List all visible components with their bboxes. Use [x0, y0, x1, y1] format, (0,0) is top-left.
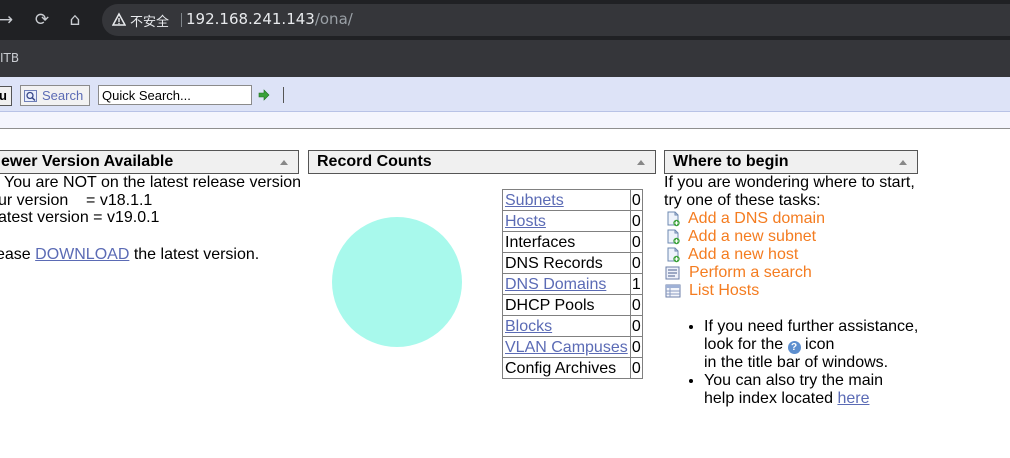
version-warning: You are NOT on the latest release versio…	[4, 174, 302, 191]
search-button[interactable]: Search	[20, 85, 90, 106]
record-name-cell: DNS Records	[502, 252, 631, 274]
record-name-cell: DNS Domains	[502, 273, 631, 295]
task-link[interactable]: List Hosts	[689, 282, 759, 300]
quick-search-input[interactable]	[98, 85, 252, 105]
browser-top-bar: → ⟳ ⌂ 不安全 192.168.241.143/ona/	[0, 0, 1010, 40]
record-count-cell: 0	[629, 357, 643, 379]
help-text: If you need further assistance,	[704, 318, 919, 335]
record-name-cell: Config Archives	[502, 357, 631, 379]
menu-button[interactable]: u	[0, 86, 12, 106]
help-item-index: You can also try the main help index loc…	[704, 372, 918, 408]
record-counts-panel-title[interactable]: Record Counts	[308, 150, 656, 174]
forward-icon[interactable]: →	[0, 8, 18, 32]
search-icon	[24, 90, 37, 102]
record-label: DNS Records	[505, 254, 603, 272]
download-line: ease DOWNLOAD the latest version.	[0, 246, 259, 264]
record-name-cell: VLAN Campuses	[502, 336, 631, 358]
record-label: Config Archives	[505, 359, 617, 377]
record-link[interactable]: Blocks	[505, 318, 552, 335]
help-text: You can also try the main	[704, 372, 884, 389]
record-row: DNS Domains 1	[502, 273, 643, 295]
record-counts-table: Subnets 0 Hosts 0 Interfaces 0 DNS Records 0 DNS…	[502, 189, 643, 379]
record-row: Hosts 0	[502, 210, 643, 232]
address-bar[interactable]: 不安全 192.168.241.143/ona/	[102, 4, 1010, 36]
help-text: help index located	[704, 390, 838, 407]
help-list: If you need further assistance, look for…	[686, 318, 918, 408]
record-row: VLAN Campuses 0	[502, 336, 643, 358]
record-count-cell: 1	[629, 273, 643, 295]
download-link[interactable]: DOWNLOAD	[35, 246, 129, 263]
where-intro-2: try one of these tasks:	[664, 192, 821, 209]
task-link[interactable]: Add a new host	[688, 246, 798, 264]
record-name-cell: Subnets	[502, 189, 631, 211]
collapse-arrow-icon[interactable]	[280, 160, 288, 165]
add-document-icon[interactable]	[665, 211, 681, 227]
url-host: 192.168.241.143	[186, 10, 315, 28]
reload-icon[interactable]: ⟳	[30, 8, 54, 32]
record-count-cell: 0	[629, 315, 643, 337]
record-row: Config Archives 0	[502, 357, 643, 379]
search-button-label: Search	[42, 88, 84, 103]
record-row: DHCP Pools 0	[502, 294, 643, 316]
record-link[interactable]: DNS Domains	[505, 276, 606, 293]
record-name-cell: Hosts	[502, 210, 631, 232]
newer-version-panel-title[interactable]: ewer Version Available	[0, 150, 299, 174]
record-pie-chart	[332, 217, 462, 347]
add-document-icon[interactable]	[665, 247, 681, 263]
record-row: Blocks 0	[502, 315, 643, 337]
home-icon[interactable]: ⌂	[63, 8, 87, 32]
newer-version-title: ewer Version Available	[1, 153, 174, 170]
bookmark-item[interactable]: ITB	[0, 51, 19, 65]
url-path: /ona/	[314, 10, 353, 28]
go-arrow-icon[interactable]	[258, 89, 270, 101]
record-link[interactable]: VLAN Campuses	[505, 339, 628, 356]
collapse-arrow-icon[interactable]	[899, 160, 907, 165]
help-item-assistance: If you need further assistance, look for…	[704, 318, 918, 372]
task-link[interactable]: Add a new subnet	[688, 228, 816, 246]
record-count-cell: 0	[629, 336, 643, 358]
where-to-begin-panel-title[interactable]: Where to begin	[664, 150, 918, 174]
record-label: DHCP Pools	[505, 296, 595, 314]
record-counts-title: Record Counts	[317, 153, 432, 170]
security-label[interactable]: 不安全	[130, 11, 169, 30]
where-intro-1: If you are wondering where to start,	[664, 174, 915, 191]
where-to-begin-title: Where to begin	[673, 153, 789, 170]
record-count-cell: 0	[629, 252, 643, 274]
record-count-cell: 0	[629, 231, 643, 253]
record-row: DNS Records 0	[502, 252, 643, 274]
record-name-cell: Blocks	[502, 315, 631, 337]
list-table-icon[interactable]	[665, 283, 681, 299]
record-link[interactable]: Hosts	[505, 213, 546, 230]
record-link[interactable]: Subnets	[505, 192, 564, 209]
record-count-cell: 0	[629, 189, 643, 211]
record-name-cell: Interfaces	[502, 231, 631, 253]
search-list-icon[interactable]	[665, 265, 681, 281]
record-count-cell: 0	[629, 294, 643, 316]
download-suffix: the latest version.	[129, 246, 260, 263]
record-count-cell: 0	[629, 210, 643, 232]
record-label: Interfaces	[505, 233, 576, 251]
record-name-cell: DHCP Pools	[502, 294, 631, 316]
toolbar-divider	[283, 87, 284, 103]
address-separator	[181, 13, 182, 27]
help-text: in the title bar of windows.	[704, 354, 889, 371]
help-text: icon	[800, 336, 835, 353]
download-prefix: ease	[0, 246, 31, 263]
help-index-link[interactable]: here	[837, 390, 869, 407]
url-text[interactable]: 192.168.241.143/ona/	[186, 10, 353, 28]
toolbar-subbar	[0, 112, 1010, 129]
record-row: Interfaces 0	[502, 231, 643, 253]
app-toolbar: u Search	[0, 77, 1010, 112]
task-link[interactable]: Add a DNS domain	[688, 210, 825, 228]
add-document-icon[interactable]	[665, 229, 681, 245]
record-row: Subnets 0	[502, 189, 643, 211]
help-text: look for the	[704, 336, 788, 353]
task-link[interactable]: Perform a search	[689, 264, 812, 282]
collapse-arrow-icon[interactable]	[637, 160, 645, 165]
latest-version: atest version = v19.0.1	[0, 209, 160, 226]
warning-icon[interactable]	[112, 12, 126, 28]
current-version: ur version = v18.1.1	[0, 192, 153, 209]
bookmarks-bar: ITB	[0, 40, 1010, 77]
help-question-icon: ?	[787, 341, 801, 354]
